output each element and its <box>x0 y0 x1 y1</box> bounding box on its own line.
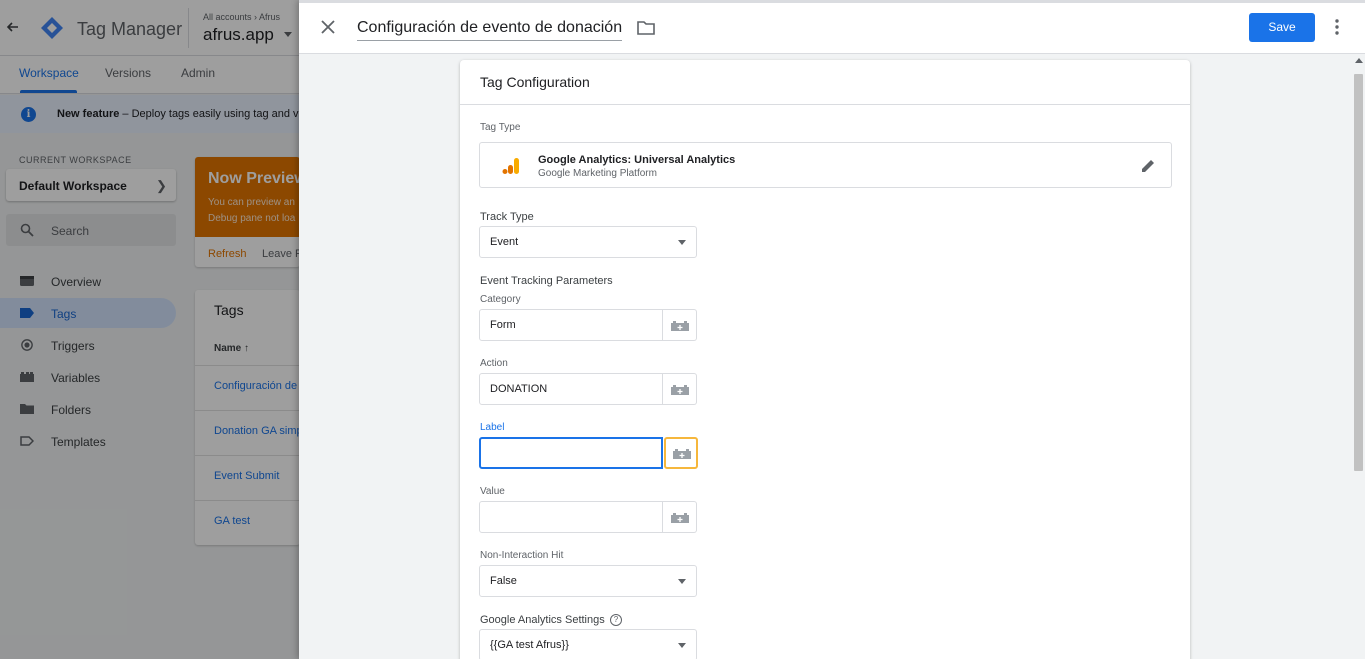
caret-down-icon <box>678 240 686 245</box>
select-value: {{GA test Afrus}} <box>490 639 569 651</box>
google-analytics-icon <box>502 158 519 174</box>
more-vert-icon[interactable] <box>1330 18 1344 36</box>
track-type-select[interactable]: Event <box>479 226 697 258</box>
non-interaction-select[interactable]: False <box>479 565 697 597</box>
brick-icon <box>671 321 689 331</box>
ga-settings-select[interactable]: {{GA test Afrus}} <box>479 629 697 659</box>
action-label: Action <box>480 358 508 369</box>
category-label: Category <box>480 294 521 305</box>
insert-variable-button[interactable] <box>664 437 698 469</box>
tag-type-subtitle: Google Marketing Platform <box>538 168 657 179</box>
scroll-thumb[interactable] <box>1354 74 1363 471</box>
label-field[interactable] <box>479 437 663 469</box>
label-label: Label <box>480 422 505 433</box>
brick-icon <box>671 385 689 395</box>
brick-icon <box>673 449 691 459</box>
field-value: DONATION <box>490 383 548 395</box>
tag-configuration-card: Tag Configuration Tag Type Google Analyt… <box>460 60 1190 659</box>
save-button[interactable]: Save <box>1249 13 1315 42</box>
insert-variable-button[interactable] <box>663 501 697 533</box>
select-value: False <box>490 575 517 587</box>
event-params-heading: Event Tracking Parameters <box>480 275 613 287</box>
field-value: Form <box>490 319 516 331</box>
non-interaction-label: Non-Interaction Hit <box>480 550 564 561</box>
tag-type-name: Google Analytics: Universal Analytics <box>538 154 736 166</box>
folder-icon[interactable] <box>637 20 655 36</box>
close-icon[interactable] <box>319 18 337 36</box>
pencil-icon[interactable] <box>1140 157 1157 174</box>
caret-down-icon <box>678 643 686 648</box>
category-field[interactable]: Form <box>479 309 663 341</box>
tag-type-selector[interactable]: Google Analytics: Universal Analytics Go… <box>479 142 1172 188</box>
action-field[interactable]: DONATION <box>479 373 663 405</box>
value-field[interactable] <box>479 501 663 533</box>
card-title: Tag Configuration <box>480 74 590 90</box>
modal-scrim[interactable] <box>0 0 300 659</box>
select-value: Event <box>490 236 519 248</box>
value-label: Value <box>480 486 505 497</box>
panel-header: Configuración de evento de donación Save <box>299 0 1365 54</box>
tag-name-field[interactable]: Configuración de evento de donación <box>357 19 623 41</box>
track-type-label: Track Type <box>480 211 534 223</box>
tag-editor-panel: Configuración de evento de donación Save… <box>299 0 1365 659</box>
ga-settings-label: Google Analytics Settings <box>480 614 605 626</box>
scroll-up-icon[interactable] <box>1355 58 1363 63</box>
insert-variable-button[interactable] <box>663 309 697 341</box>
brick-icon <box>671 513 689 523</box>
divider <box>460 104 1190 105</box>
help-icon[interactable]: ? <box>610 614 622 626</box>
insert-variable-button[interactable] <box>663 373 697 405</box>
tag-type-label: Tag Type <box>480 122 521 133</box>
caret-down-icon <box>678 579 686 584</box>
panel-scrollbar[interactable] <box>1352 54 1365 659</box>
